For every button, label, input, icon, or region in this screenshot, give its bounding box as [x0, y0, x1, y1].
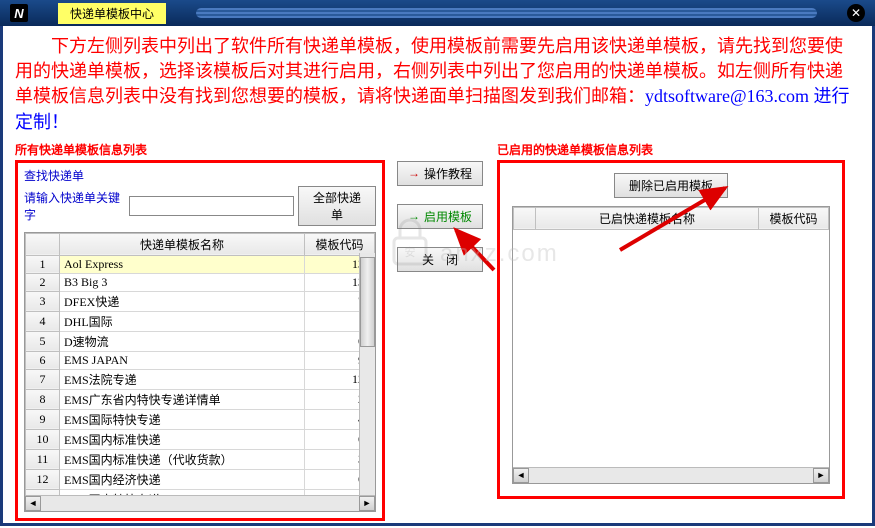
- left-panel-title: 所有快递单模板信息列表: [15, 141, 385, 158]
- templates-table: 快递单模板名称 模板代码 1Aol Express1312B3 Big 3133…: [24, 232, 376, 512]
- horizontal-scrollbar-r[interactable]: ◄ ►: [513, 467, 829, 483]
- right-panel-title: 已启用的快递单模板信息列表: [497, 141, 845, 158]
- row-number: 5: [26, 331, 60, 351]
- row-number: 12: [26, 469, 60, 489]
- search-hint: 请输入快递单关键字: [24, 189, 125, 223]
- table-row[interactable]: 12EMS国内经济快递67: [26, 469, 375, 489]
- all-templates-button[interactable]: 全部快递单: [298, 186, 376, 226]
- row-number: 11: [26, 449, 60, 469]
- col-blank-r: [514, 207, 536, 229]
- scroll-left-icon-r[interactable]: ◄: [513, 468, 529, 483]
- table-row[interactable]: 10EMS国内标准快递69: [26, 429, 375, 449]
- table-row[interactable]: 11EMS国内标准快递（代收货款）30: [26, 449, 375, 469]
- enabled-table: 已启快递模板名称 模板代码 ◄ ►: [512, 206, 830, 484]
- col-code-r[interactable]: 模板代码: [759, 207, 829, 229]
- row-name: DFEX快递: [60, 291, 305, 311]
- row-name: EMS国际特快专递: [60, 409, 305, 429]
- table-row[interactable]: 9EMS国际特快专递41: [26, 409, 375, 429]
- instructions-email: ydtsoftware@163.com: [645, 86, 809, 106]
- close-icon[interactable]: ✕: [847, 4, 865, 22]
- table-row[interactable]: 1Aol Express131: [26, 255, 375, 273]
- titlebar-decoration: [196, 8, 817, 18]
- vertical-scrollbar[interactable]: [359, 253, 375, 495]
- row-number: 8: [26, 389, 60, 409]
- table-row[interactable]: 3DFEX快递72: [26, 291, 375, 311]
- scroll-right-icon-r[interactable]: ►: [813, 468, 829, 483]
- window-title: 快递单模板中心: [58, 3, 166, 24]
- row-number: 2: [26, 273, 60, 291]
- scroll-right-icon[interactable]: ►: [359, 496, 375, 511]
- row-number: 9: [26, 409, 60, 429]
- row-name: EMS法院专递: [60, 369, 305, 389]
- table-row[interactable]: 4DHL国际12: [26, 311, 375, 331]
- app-logo: N: [10, 4, 28, 22]
- row-name: EMS国内经济快递: [60, 469, 305, 489]
- row-name: B3 Big 3: [60, 273, 305, 291]
- tutorial-button[interactable]: 操作教程: [397, 161, 483, 186]
- row-number: 3: [26, 291, 60, 311]
- table-row[interactable]: 7EMS法院专递121: [26, 369, 375, 389]
- instructions-text: 下方左侧列表中列出了软件所有快递单模板，使用模板前需要先启用该快递单模板，请先找…: [15, 34, 860, 135]
- table-row[interactable]: 8EMS广东省内特快专递详情单28: [26, 389, 375, 409]
- middle-buttons: 操作教程 启用模板 关 闭: [397, 141, 485, 521]
- left-panel: 所有快递单模板信息列表 查找快递单 请输入快递单关键字 全部快递单: [15, 141, 385, 521]
- row-number: 1: [26, 255, 60, 273]
- content-area: 下方左侧列表中列出了软件所有快递单模板，使用模板前需要先启用该快递单模板，请先找…: [0, 26, 875, 526]
- titlebar: N 快递单模板中心 ✕: [0, 0, 875, 26]
- row-name: EMS广东省内特快专递详情单: [60, 389, 305, 409]
- scroll-left-icon[interactable]: ◄: [25, 496, 41, 511]
- row-name: EMS国内标准快递: [60, 429, 305, 449]
- row-name: EMS国内标准快递（代收货款）: [60, 449, 305, 469]
- table-row[interactable]: 6EMS JAPAN94: [26, 351, 375, 369]
- row-number: 10: [26, 429, 60, 449]
- table-row[interactable]: 2B3 Big 3133: [26, 273, 375, 291]
- search-input[interactable]: [129, 196, 294, 216]
- right-panel: 已启用的快递单模板信息列表 删除已启用模板 已启快递模板名称 模板代码: [497, 141, 845, 521]
- row-name: Aol Express: [60, 255, 305, 273]
- col-name-r[interactable]: 已启快递模板名称: [536, 207, 759, 229]
- close-button[interactable]: 关 闭: [397, 247, 483, 272]
- row-number: 4: [26, 311, 60, 331]
- table-row[interactable]: 5D速物流62: [26, 331, 375, 351]
- search-label: 查找快递单: [24, 167, 376, 184]
- col-blank: [26, 233, 60, 255]
- row-name: DHL国际: [60, 311, 305, 331]
- row-number: 7: [26, 369, 60, 389]
- row-name: EMS JAPAN: [60, 351, 305, 369]
- col-name[interactable]: 快递单模板名称: [60, 233, 305, 255]
- horizontal-scrollbar[interactable]: ◄ ►: [25, 495, 375, 511]
- enable-template-button[interactable]: 启用模板: [397, 204, 483, 229]
- row-number: 6: [26, 351, 60, 369]
- row-name: D速物流: [60, 331, 305, 351]
- delete-enabled-button[interactable]: 删除已启用模板: [614, 173, 728, 198]
